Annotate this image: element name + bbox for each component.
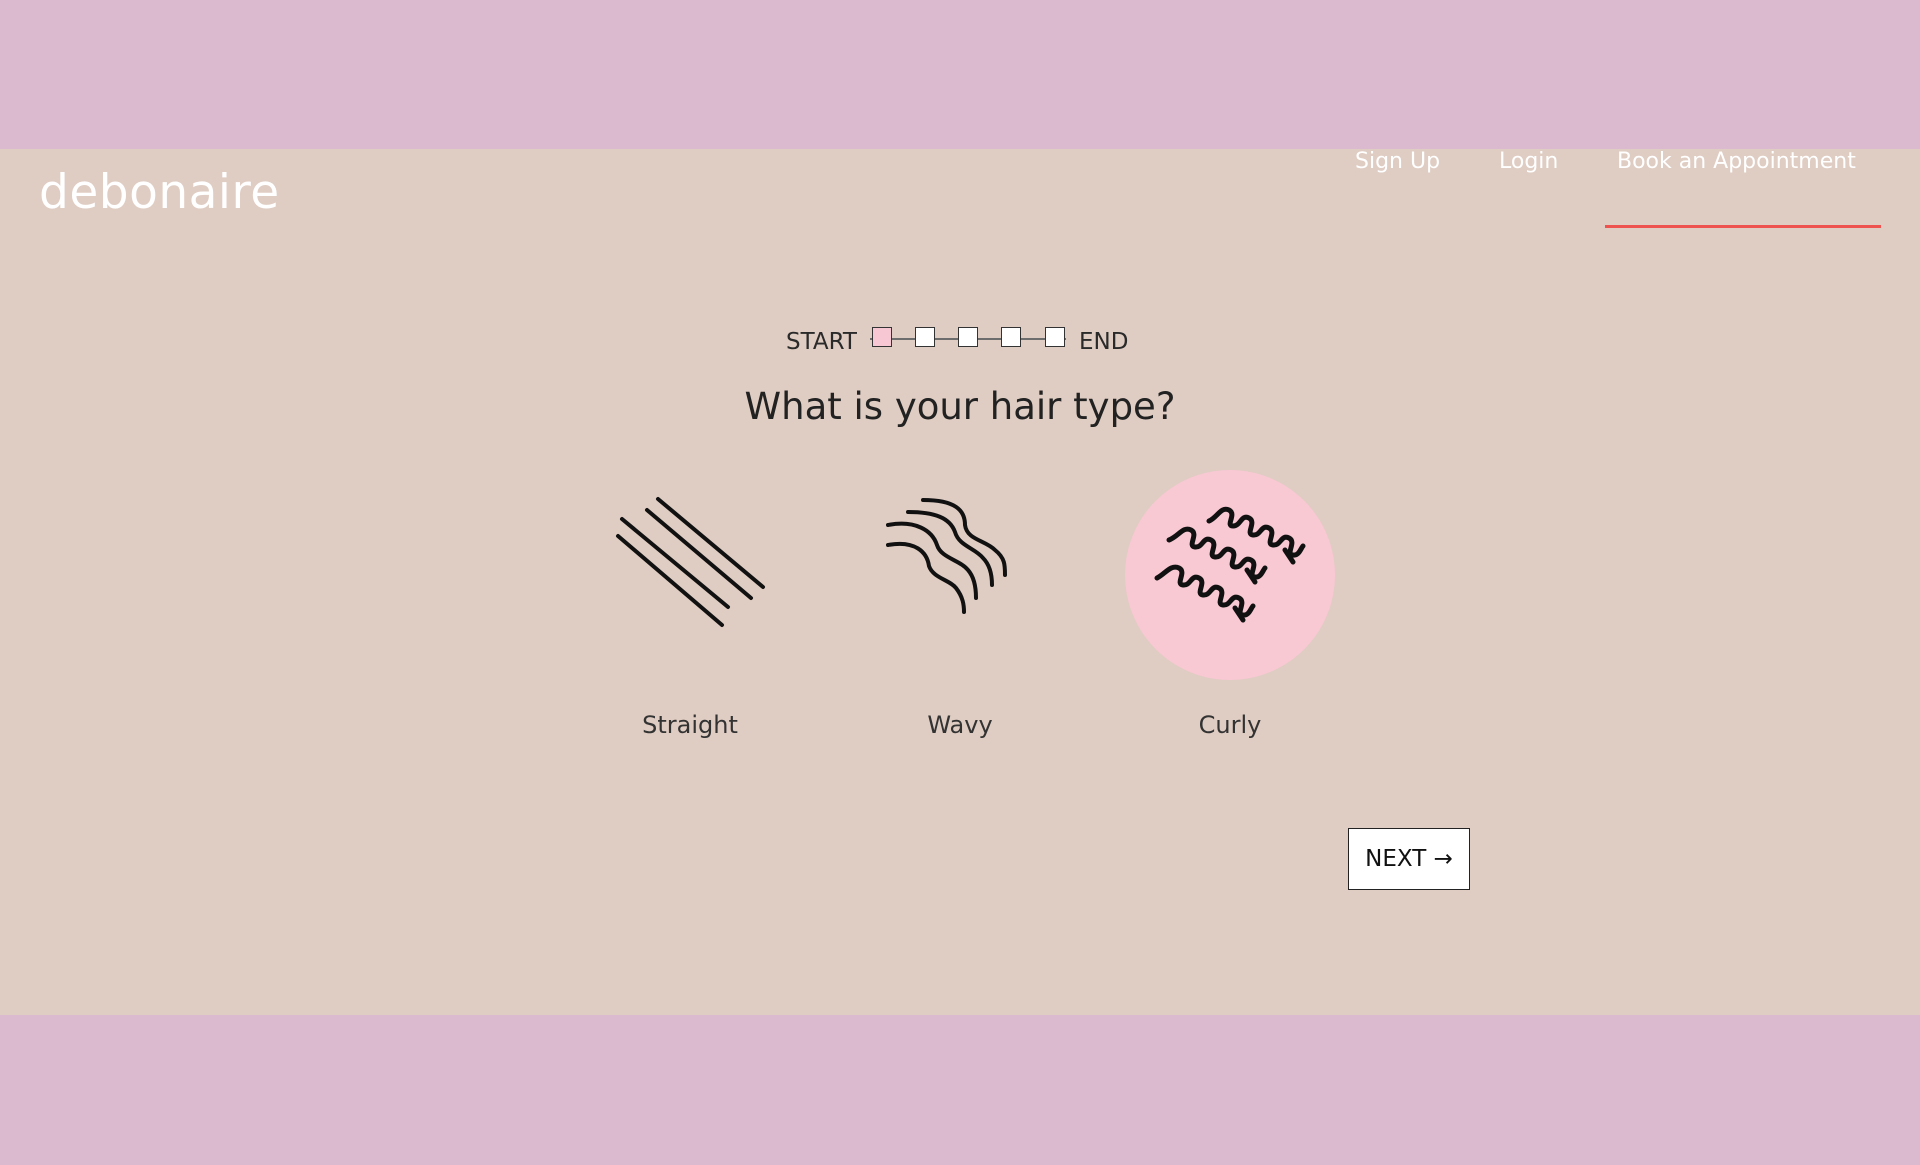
option-straight[interactable] — [585, 470, 795, 680]
top-band — [0, 0, 1920, 149]
progress-step-1 — [872, 327, 892, 347]
progress-end-label: END — [1079, 329, 1129, 355]
progress-step-4 — [1001, 327, 1021, 347]
straight-hair-icon — [616, 497, 765, 627]
curly-hair-icon — [1154, 506, 1306, 623]
page: debonaire Sign Up Login Book an Appointm… — [0, 149, 1920, 1015]
option-curly[interactable] — [1125, 470, 1335, 680]
next-button[interactable]: NEXT → — [1348, 828, 1470, 890]
wavy-hair-icon — [886, 498, 1007, 614]
nav-book-appointment-link[interactable]: Book an Appointment — [1617, 149, 1856, 174]
active-nav-underline — [1605, 225, 1881, 228]
question-heading: What is your hair type? — [744, 385, 1176, 428]
option-straight-label: Straight — [642, 711, 738, 739]
nav-sign-up-link[interactable]: Sign Up — [1355, 149, 1440, 174]
logo[interactable]: debonaire — [39, 165, 280, 220]
option-curly-label: Curly — [1198, 711, 1262, 739]
progress-step-5 — [1045, 327, 1065, 347]
option-wavy-label: Wavy — [927, 711, 993, 739]
bottom-band — [0, 1015, 1920, 1165]
progress-start-label: START — [786, 329, 857, 355]
progress-step-3 — [958, 327, 978, 347]
option-wavy[interactable] — [855, 470, 1065, 680]
progress-step-2 — [915, 327, 935, 347]
progress-tracker: START END — [0, 325, 1920, 365]
nav-login-link[interactable]: Login — [1499, 149, 1558, 174]
